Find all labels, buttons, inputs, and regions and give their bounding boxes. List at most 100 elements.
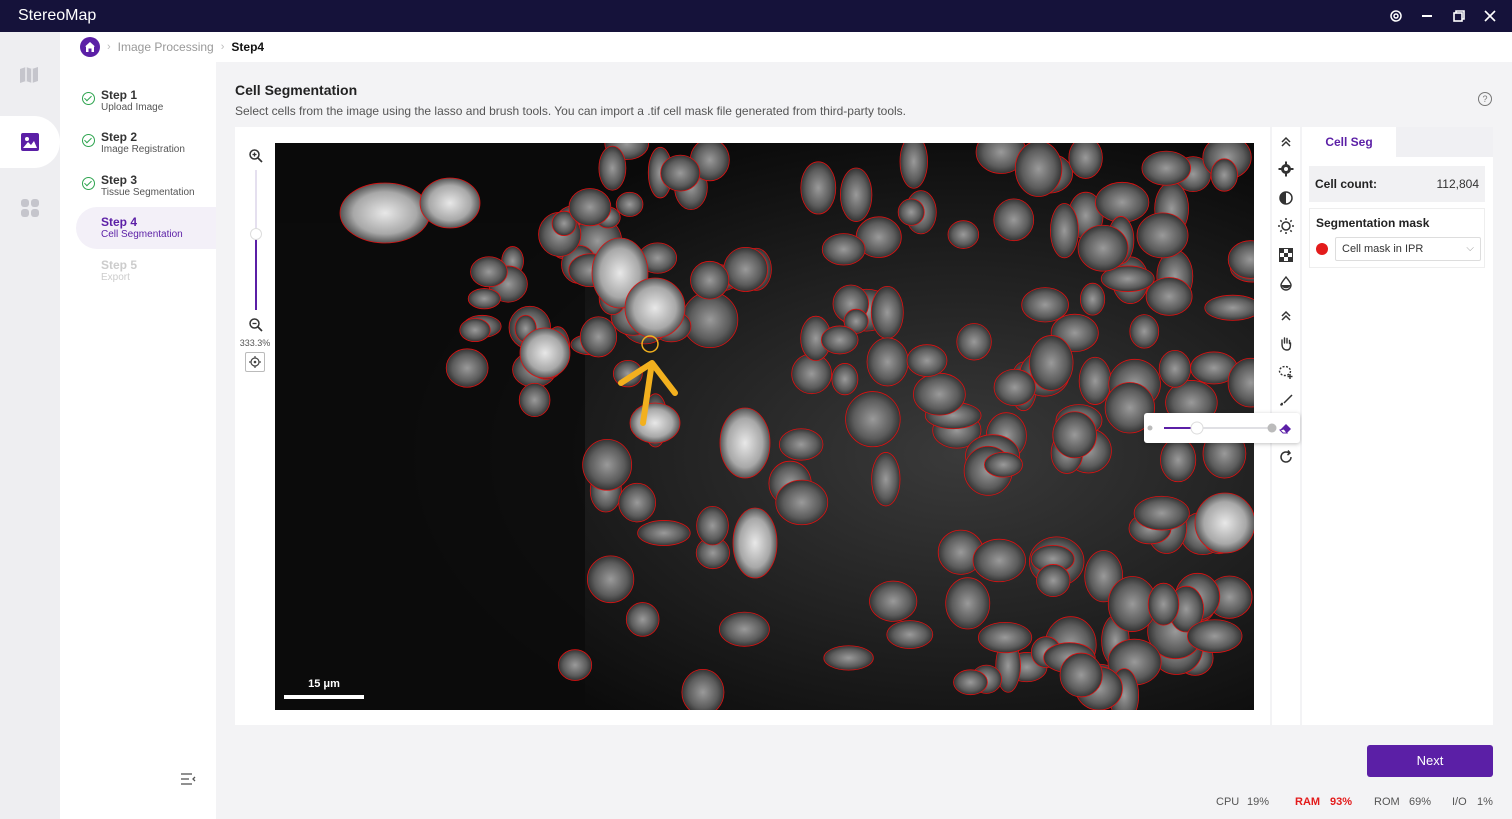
restore-icon[interactable] — [1449, 6, 1469, 26]
bright-cell — [419, 177, 481, 229]
cell — [723, 246, 768, 292]
cell-image-canvas[interactable] — [275, 143, 1254, 710]
io-value: 1% — [1477, 796, 1493, 808]
step-1[interactable]: Step 1 Upload Image — [76, 80, 216, 122]
cell — [886, 620, 934, 649]
cell — [1029, 335, 1074, 391]
brush-icon[interactable] — [1275, 389, 1297, 411]
map-icon[interactable] — [0, 49, 60, 101]
cell — [870, 285, 904, 339]
step-subtitle: Cell Segmentation — [101, 229, 183, 240]
cell — [947, 220, 980, 249]
step-2[interactable]: Step 2 Image Registration — [76, 122, 216, 164]
cell — [625, 602, 660, 637]
cell — [1136, 212, 1189, 259]
apps-icon[interactable] — [0, 182, 60, 234]
step-subtitle: Upload Image — [101, 102, 164, 113]
cell — [866, 337, 909, 387]
cell — [568, 188, 612, 227]
bright-cell — [339, 182, 431, 244]
cell — [1014, 143, 1063, 197]
cell — [906, 344, 948, 377]
ram-label: RAM — [1295, 796, 1321, 808]
left-rail — [0, 32, 60, 819]
mask-select-value: Cell mask in IPR — [1342, 243, 1424, 255]
minimize-icon[interactable] — [1417, 6, 1437, 26]
cell — [993, 198, 1035, 242]
eraser-icon[interactable] — [1275, 417, 1297, 439]
hand-pan-icon[interactable] — [1275, 332, 1297, 354]
cell — [778, 428, 824, 461]
breadcrumb-step4: Step4 — [231, 40, 265, 54]
cell — [821, 233, 866, 266]
cell — [1059, 652, 1103, 698]
cell — [1204, 294, 1254, 321]
breadcrumb-separator: › — [107, 41, 111, 53]
cell — [579, 316, 618, 358]
cell — [1036, 564, 1071, 598]
breadcrumb-image-processing[interactable]: Image Processing — [118, 40, 214, 54]
bright-cell — [519, 327, 571, 379]
cell — [1133, 495, 1190, 531]
scale-bar-line — [284, 695, 364, 699]
cell — [945, 577, 991, 630]
cpu-label: CPU — [1216, 796, 1240, 808]
settings-icon[interactable] — [1386, 6, 1406, 26]
title-bar: StereoMap — [0, 0, 1512, 32]
cell — [1052, 411, 1097, 459]
cell — [1049, 203, 1079, 259]
close-icon[interactable] — [1480, 6, 1500, 26]
rom-value: 69% — [1409, 796, 1432, 808]
collapse-adjust-icon[interactable] — [1275, 131, 1297, 153]
zoom-in-icon[interactable] — [245, 145, 267, 167]
cell — [615, 191, 644, 217]
help-icon[interactable]: ? — [1478, 92, 1492, 106]
gear-adjust-icon[interactable] — [1275, 158, 1297, 180]
cell — [1210, 158, 1238, 192]
step-3[interactable]: Step 3 Tissue Segmentation — [76, 165, 216, 207]
cell — [1141, 150, 1191, 186]
step-title: Step 1 — [101, 88, 138, 102]
step-4[interactable]: Step 4 Cell Segmentation — [76, 207, 216, 249]
lasso-add-icon[interactable] — [1275, 361, 1297, 383]
page-title: Cell Segmentation — [235, 82, 358, 98]
next-button[interactable]: Next — [1367, 745, 1493, 777]
ram-value: 93% — [1330, 796, 1353, 808]
home-icon[interactable] — [80, 37, 100, 57]
zoom-slider-fill — [255, 232, 257, 310]
cell — [775, 479, 829, 526]
segmentation-mask-box: Segmentation mask Cell mask in IPR ⌵ — [1309, 208, 1485, 268]
cell — [445, 348, 489, 388]
microscopy-image[interactable] — [275, 143, 1254, 710]
cpu-value: 19% — [1247, 796, 1270, 808]
cell — [518, 382, 551, 418]
cell — [1158, 349, 1192, 388]
brightness-icon[interactable] — [1275, 215, 1297, 237]
mask-color-swatch[interactable] — [1316, 243, 1328, 255]
cell — [1078, 356, 1112, 405]
collapse-menu-icon[interactable] — [180, 772, 196, 791]
contrast-icon[interactable] — [1275, 187, 1297, 209]
zoom-out-icon[interactable] — [245, 314, 267, 336]
mask-select[interactable]: Cell mask in IPR ⌵ — [1335, 237, 1481, 261]
app-title: StereoMap — [18, 7, 97, 24]
fit-view-icon[interactable] — [245, 352, 265, 372]
cell — [953, 669, 988, 696]
page-description: Select cells from the image using the la… — [235, 104, 906, 118]
step-title: Step 5 — [101, 258, 138, 272]
bright-cell — [732, 507, 778, 579]
checkerboard-icon[interactable] — [1275, 244, 1297, 266]
cell — [582, 438, 633, 491]
zoom-level-label: 333.3% — [239, 338, 271, 348]
scale-bar: 15 μm — [284, 678, 364, 702]
opacity-drop-icon[interactable] — [1275, 272, 1297, 294]
tab-cell-seg[interactable]: Cell Seg — [1302, 127, 1396, 157]
reset-icon[interactable] — [1275, 446, 1297, 468]
cell — [1186, 619, 1243, 653]
cell — [840, 167, 873, 222]
bright-cell — [719, 407, 771, 479]
cell — [871, 452, 901, 507]
collapse-tools-icon[interactable] — [1275, 305, 1297, 327]
zoom-slider-handle[interactable] — [250, 228, 262, 240]
image-processing-icon[interactable] — [0, 116, 60, 168]
